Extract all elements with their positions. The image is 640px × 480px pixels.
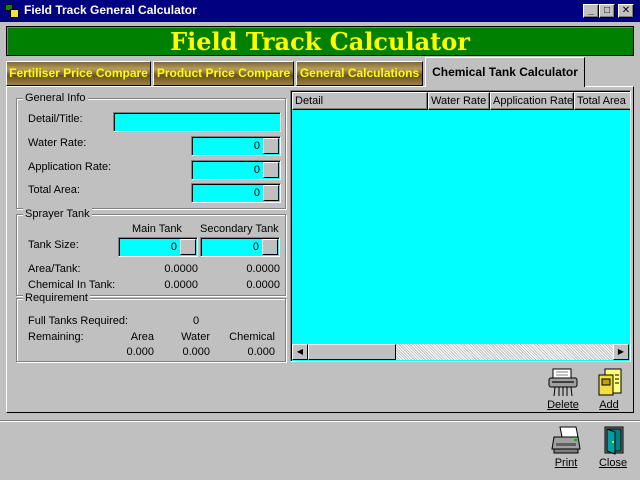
app-icon[interactable] (4, 3, 20, 19)
banner-title: Field Track Calculator (170, 27, 470, 56)
add-button[interactable]: Add (589, 367, 629, 413)
list-header: Detail Water Rate Application Rate Total… (292, 92, 630, 110)
secondary-tank-size-input[interactable]: 0 (200, 237, 280, 257)
remaining-area-value: 0.000 (126, 346, 154, 358)
water-rate-label: Water Rate: (28, 137, 87, 149)
tank-list-view[interactable]: Detail Water Rate Application Rate Total… (290, 90, 631, 362)
column-header-water-rate[interactable]: Water Rate (428, 92, 490, 110)
tab-chemical-tank-calculator[interactable]: Chemical Tank Calculator (425, 57, 585, 87)
column-header-detail[interactable]: Detail (292, 92, 428, 110)
print-label: Print (554, 457, 578, 469)
remaining-label: Remaining: (28, 331, 84, 343)
water-rate-spin-button[interactable] (263, 138, 279, 154)
total-area-input[interactable]: 0 (191, 183, 281, 203)
remaining-water-value: 0.000 (182, 346, 210, 358)
detail-title-label: Detail/Title: (28, 113, 83, 125)
application-rate-spin-button[interactable] (263, 162, 279, 178)
main-tank-size-input[interactable]: 0 (118, 237, 198, 257)
main-area-tank-value: 0.0000 (164, 263, 198, 275)
window-title: Field Track General Calculator (24, 3, 197, 17)
full-tanks-required-value: 0 (193, 315, 200, 327)
secondary-tank-header: Secondary Tank (200, 223, 279, 235)
column-header-total-area[interactable]: Total Area (574, 92, 630, 110)
full-tanks-required-label: Full Tanks Required: (28, 315, 129, 327)
main-chemical-value: 0.0000 (164, 279, 198, 291)
general-info-group: General Info Detail/Title: Water Rate: 0… (16, 92, 286, 209)
water-rate-input[interactable]: 0 (191, 136, 281, 156)
requirement-legend: Requirement (23, 292, 90, 304)
tab-general-calculations[interactable]: General Calculations (296, 61, 423, 86)
horizontal-scrollbar[interactable]: ◀ ▶ (292, 344, 629, 360)
maximize-button[interactable]: □ (599, 4, 615, 18)
tab-fertiliser-price-compare[interactable]: Fertiliser Price Compare (6, 61, 151, 86)
footer-separator (0, 420, 640, 422)
area-tank-label: Area/Tank: (28, 263, 81, 275)
scroll-right-icon[interactable]: ▶ (613, 344, 629, 360)
water-header: Water (181, 331, 210, 343)
exit-door-icon (604, 426, 624, 455)
minimize-button[interactable]: _ (583, 4, 599, 18)
application-rate-input[interactable]: 0 (191, 160, 281, 180)
scroll-left-icon[interactable]: ◀ (292, 344, 308, 360)
total-area-spin-button[interactable] (263, 185, 279, 201)
title-bar[interactable]: Field Track General Calculator _ □ ✕ (0, 0, 640, 22)
sprayer-tank-group: Sprayer Tank Main Tank Secondary Tank Ta… (16, 208, 286, 296)
tab-product-price-compare[interactable]: Product Price Compare (153, 61, 294, 86)
sprayer-tank-legend: Sprayer Tank (23, 208, 92, 220)
main-tank-header: Main Tank (132, 223, 182, 235)
chemical-header: Chemical (229, 331, 275, 343)
main-tank-spin-button[interactable] (180, 239, 196, 255)
application-rate-label: Application Rate: (28, 161, 112, 173)
secondary-chemical-value: 0.0000 (246, 279, 280, 291)
scroll-thumb[interactable] (308, 344, 396, 360)
secondary-area-tank-value: 0.0000 (246, 263, 280, 275)
printer-icon (551, 426, 581, 454)
total-area-label: Total Area: (28, 184, 80, 196)
delete-label: Delete (547, 399, 579, 411)
detail-title-input[interactable] (113, 112, 281, 132)
shredder-icon (548, 368, 578, 397)
column-header-application-rate[interactable]: Application Rate (490, 92, 574, 110)
add-document-icon (598, 368, 622, 396)
general-info-legend: General Info (23, 92, 88, 104)
tank-size-label: Tank Size: (28, 239, 79, 251)
add-label: Add (599, 399, 619, 411)
delete-button[interactable]: Delete (543, 367, 583, 413)
chemical-in-tank-label: Chemical In Tank: (28, 279, 116, 291)
secondary-tank-spin-button[interactable] (262, 239, 278, 255)
print-button[interactable]: Print (546, 425, 586, 471)
close-label: Close (598, 457, 628, 469)
remaining-chemical-value: 0.000 (247, 346, 275, 358)
requirement-group: Requirement Full Tanks Required: 0 Remai… (16, 292, 286, 362)
app-banner: Field Track Calculator (6, 26, 634, 56)
close-window-button[interactable]: ✕ (618, 4, 634, 18)
close-button[interactable]: Close (593, 425, 633, 471)
area-header: Area (130, 331, 154, 343)
